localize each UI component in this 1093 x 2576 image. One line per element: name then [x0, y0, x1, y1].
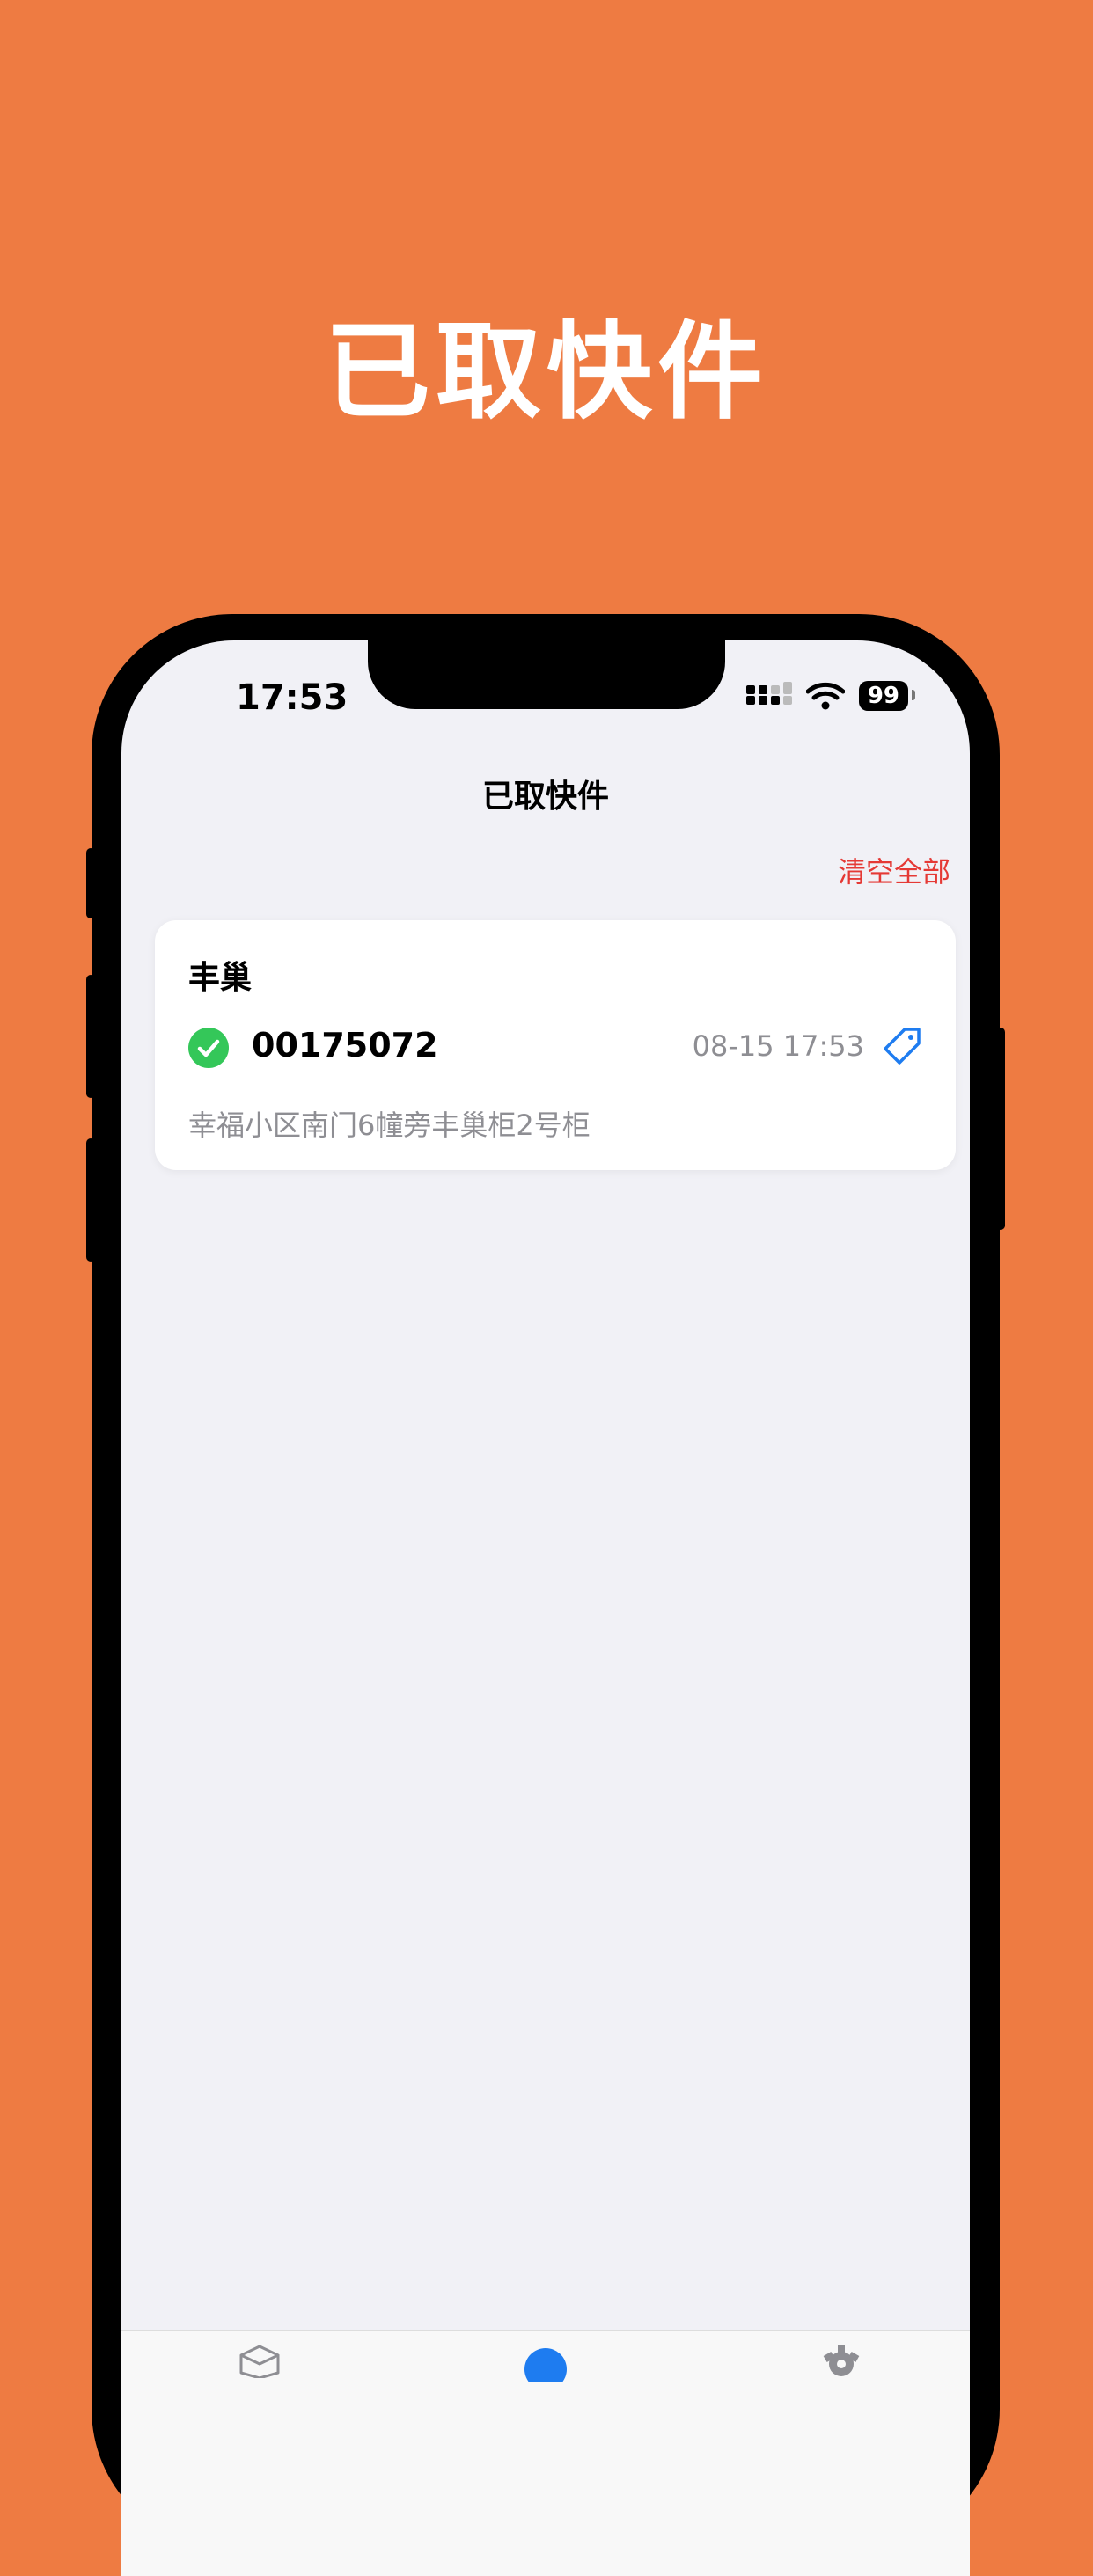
check-circle-icon: [188, 1028, 229, 1068]
parcel-time: 08-15 17:53: [692, 1029, 864, 1063]
parcel-card[interactable]: 丰巢 00175072 08-15 17:53 幸福小区南门6幢旁丰巢柜2号柜: [155, 920, 956, 1170]
parcel-company: 丰巢: [188, 960, 253, 996]
wifi-icon: [805, 682, 845, 710]
phone-frame: 17:53 99 已取快件 清空全部 丰巢 00175072 08-15 17:…: [86, 614, 1005, 2576]
tab-bar: [121, 2330, 970, 2576]
box-icon[interactable]: [238, 2343, 282, 2378]
status-icons: 99: [745, 681, 916, 711]
volume-down-button: [86, 1138, 95, 1262]
mute-switch: [86, 848, 95, 918]
battery-icon: 99: [858, 681, 916, 711]
circle-icon[interactable]: [523, 2346, 569, 2382]
power-button: [996, 1028, 1005, 1230]
app-screen: 17:53 99 已取快件 清空全部 丰巢 00175072 08-15 17:…: [121, 640, 970, 2576]
gear-icon[interactable]: [820, 2343, 862, 2378]
notch: [368, 640, 725, 709]
parcel-pickup-code: 00175072: [252, 1026, 438, 1065]
clear-all-button[interactable]: 清空全部: [838, 850, 950, 890]
promo-title: 已取快件: [325, 311, 768, 434]
parcel-address: 幸福小区南门6幢旁丰巢柜2号柜: [188, 1109, 591, 1142]
page-title: 已取快件: [481, 779, 609, 815]
signal-icon: [745, 682, 792, 705]
tag-icon[interactable]: [880, 1024, 924, 1068]
status-time: 17:53: [236, 677, 348, 718]
volume-up-button: [86, 975, 95, 1098]
